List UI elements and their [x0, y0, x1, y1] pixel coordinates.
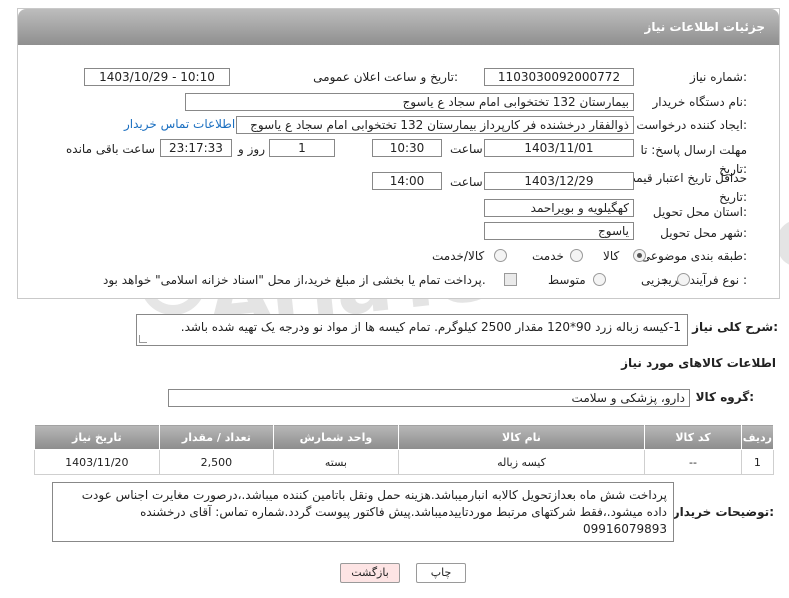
col-name-header: نام کالا — [397, 424, 646, 450]
purchase-type-minor-label: جزیی — [641, 273, 669, 287]
remaining-time-field: 23:17:33 — [160, 139, 232, 157]
category-label: طبقه بندی موضوعی: — [640, 249, 747, 263]
panel-header: جزئیات اطلاعات نیاز — [18, 9, 779, 45]
description-textarea: 1-کیسه زباله زرد 90*120 مقدار 2500 کیلوگ… — [136, 314, 688, 346]
cell-date: 1403/11/20 — [34, 449, 160, 475]
announce-datetime-label: تاریخ و ساعت اعلان عمومی: — [313, 70, 458, 84]
col-code-header: کد کالا — [644, 424, 742, 450]
print-button[interactable]: چاپ — [416, 563, 466, 583]
cell-unit: بسته — [273, 449, 399, 475]
buyer-notes-textarea: پرداخت شش ماه بعدازتحویل کالابه انبارمیب… — [52, 482, 674, 542]
treasury-payment-note: پرداخت تمام یا بخشی از مبلغ خرید،از محل … — [103, 273, 486, 287]
reply-time-field: 10:30 — [372, 139, 442, 157]
table-row[interactable]: 1 -- کیسه زباله بسته 2,500 1403/11/20 — [34, 449, 775, 475]
need-number-label: شماره نیاز: — [689, 70, 747, 84]
back-button[interactable]: بازگشت — [340, 563, 400, 583]
description-text: 1-کیسه زباله زرد 90*120 مقدار 2500 کیلوگ… — [180, 320, 681, 334]
reply-time-label: ساعت — [450, 142, 483, 156]
reply-date-field: 1403/11/01 — [484, 139, 634, 157]
reply-days-field: 1 — [269, 139, 335, 157]
col-row-header: ردیف — [740, 424, 775, 450]
province-field: کهگیلویه و بویراحمد — [484, 199, 634, 217]
remaining-time-label: ساعت باقی مانده — [66, 142, 156, 156]
purchase-type-medium-radio[interactable] — [593, 273, 606, 286]
panel-title: جزئیات اطلاعات نیاز — [644, 20, 765, 34]
need-number-field: 1103030092000772 — [484, 68, 634, 86]
col-qty-header: تعداد / مقدار — [158, 424, 275, 450]
goods-group-label: گروه کالا: — [695, 390, 754, 404]
col-unit-header: واحد شمارش — [273, 424, 399, 450]
price-validity-time-field: 14:00 — [372, 172, 442, 190]
reply-days-label: روز و — [238, 142, 265, 156]
buyer-notes-label: توضیحات خریدار: — [672, 505, 774, 519]
price-validity-date-field: 1403/12/29 — [484, 172, 634, 190]
purchase-type-medium-label: متوسط — [548, 273, 586, 287]
city-label: شهر محل تحویل: — [660, 226, 747, 240]
cell-qty: 2,500 — [158, 449, 275, 475]
cell-code: -- — [644, 449, 742, 475]
buyer-org-field: بیمارستان 132 تختخوابی امام سجاد ع یاسوج — [185, 93, 634, 111]
category-both-label: کالا/خدمت — [432, 249, 485, 263]
requester-label: ایجاد کننده درخواست: — [636, 118, 747, 132]
category-service-label: خدمت — [532, 249, 564, 263]
cell-row: 1 — [740, 449, 775, 475]
requester-field: ذوالفقار درخشنده فر کارپرداز بیمارستان 1… — [236, 116, 634, 134]
purchase-type-minor-radio[interactable] — [677, 273, 690, 286]
purchase-type-label: نوع فرآیند خرید : — [662, 273, 747, 287]
buyer-org-label: نام دستگاه خریدار: — [652, 95, 748, 109]
col-date-header: تاریخ نیاز — [34, 424, 160, 450]
description-label: شرح کلی نیاز: — [692, 320, 778, 334]
city-field: یاسوج — [484, 222, 634, 240]
buyer-contact-link[interactable]: اطلاعات تماس خریدار — [124, 117, 235, 131]
category-service-radio[interactable] — [570, 249, 583, 262]
buyer-notes-text: پرداخت شش ماه بعدازتحویل کالابه انبارمیب… — [81, 488, 667, 536]
goods-group-field: دارو، پزشکی و سلامت — [168, 389, 690, 407]
goods-table: ردیف کد کالا نام کالا واحد شمارش تعداد /… — [34, 424, 775, 475]
treasury-payment-checkbox[interactable] — [504, 273, 517, 286]
category-both-radio[interactable] — [494, 249, 507, 262]
province-label: استان محل تحویل: — [652, 205, 747, 219]
resize-handle-icon[interactable] — [139, 335, 147, 343]
table-header-row: ردیف کد کالا نام کالا واحد شمارش تعداد /… — [34, 424, 775, 450]
price-validity-time-label: ساعت — [450, 175, 483, 189]
category-goods-radio[interactable] — [633, 249, 646, 262]
category-goods-label: کالا — [603, 249, 620, 263]
cell-name: کیسه زباله — [397, 449, 646, 475]
goods-section-title: اطلاعات کالاهای مورد نیاز — [621, 356, 776, 370]
announce-datetime-field: 1403/10/29 - 10:10 — [84, 68, 230, 86]
